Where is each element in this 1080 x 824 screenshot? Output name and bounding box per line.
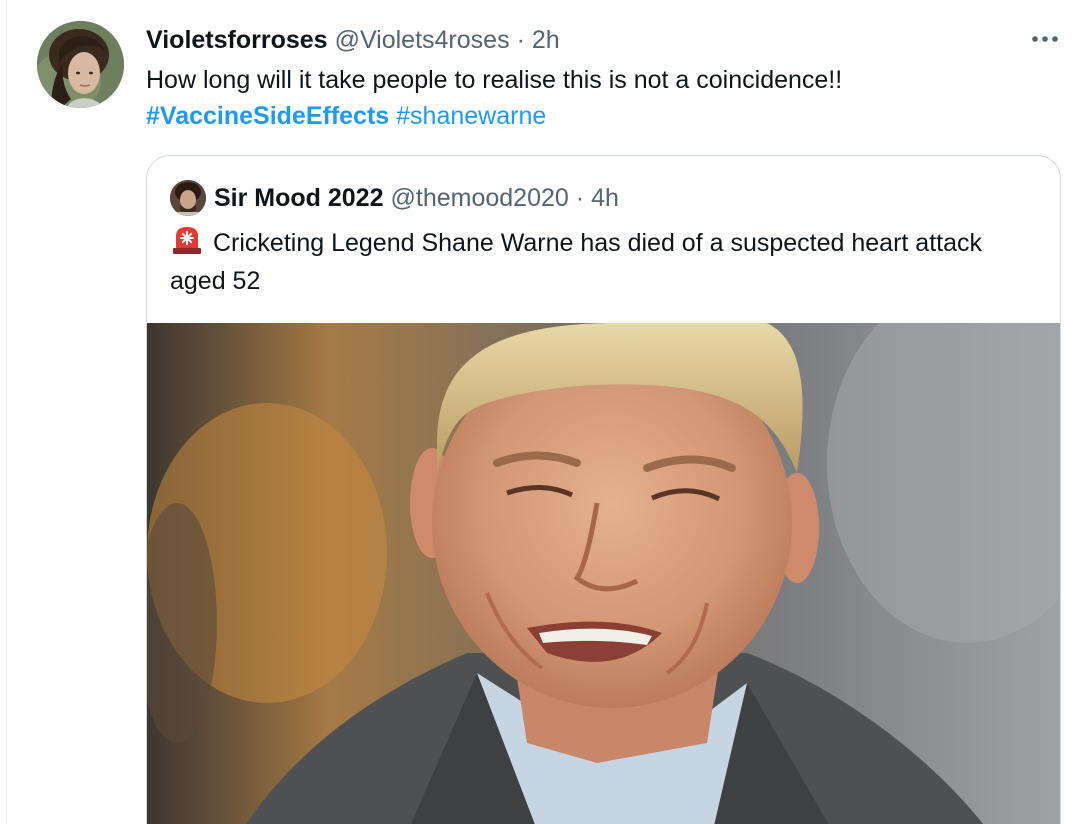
quoted-tweet[interactable]: Sir Mood 2022 @themood2020 · 4h Cricketi… bbox=[146, 155, 1061, 824]
separator-dot: · bbox=[516, 26, 525, 54]
separator-dot: · bbox=[575, 184, 585, 212]
quoted-display-name[interactable]: Sir Mood 2022 bbox=[214, 182, 384, 214]
tweet-photo[interactable] bbox=[147, 323, 1060, 824]
hashtag-link[interactable]: #VaccineSideEffects bbox=[146, 102, 389, 130]
quoted-tweet-text: Cricketing Legend Shane Warne has died o… bbox=[170, 224, 1030, 299]
quoted-user-handle[interactable]: @themood2020 bbox=[391, 182, 569, 214]
more-horizontal-icon bbox=[1032, 36, 1058, 42]
avatar[interactable] bbox=[37, 21, 124, 108]
quoted-tweet-body: Cricketing Legend Shane Warne has died o… bbox=[170, 229, 982, 295]
display-name[interactable]: Violetsforroses bbox=[146, 24, 328, 56]
user-handle[interactable]: @Violets4roses bbox=[335, 24, 510, 56]
quoted-avatar[interactable] bbox=[170, 180, 206, 216]
police-siren-icon bbox=[170, 224, 204, 264]
more-options-button[interactable] bbox=[1028, 24, 1062, 54]
tweet-header: Violetsforroses @Violets4roses · 2h bbox=[146, 24, 560, 56]
tweet[interactable]: Violetsforroses @Violets4roses · 2h How … bbox=[0, 0, 1080, 824]
hashtag-link[interactable]: #shanewarne bbox=[396, 102, 546, 130]
quoted-tweet-header: Sir Mood 2022 @themood2020 · 4h bbox=[214, 182, 619, 214]
quoted-timestamp[interactable]: 4h bbox=[591, 182, 619, 214]
page: Violetsforroses @Violets4roses · 2h How … bbox=[0, 0, 1080, 824]
tweet-text: How long will it take people to realise … bbox=[146, 62, 1046, 134]
tweet-body: How long will it take people to realise … bbox=[146, 66, 843, 94]
timestamp[interactable]: 2h bbox=[532, 24, 560, 56]
